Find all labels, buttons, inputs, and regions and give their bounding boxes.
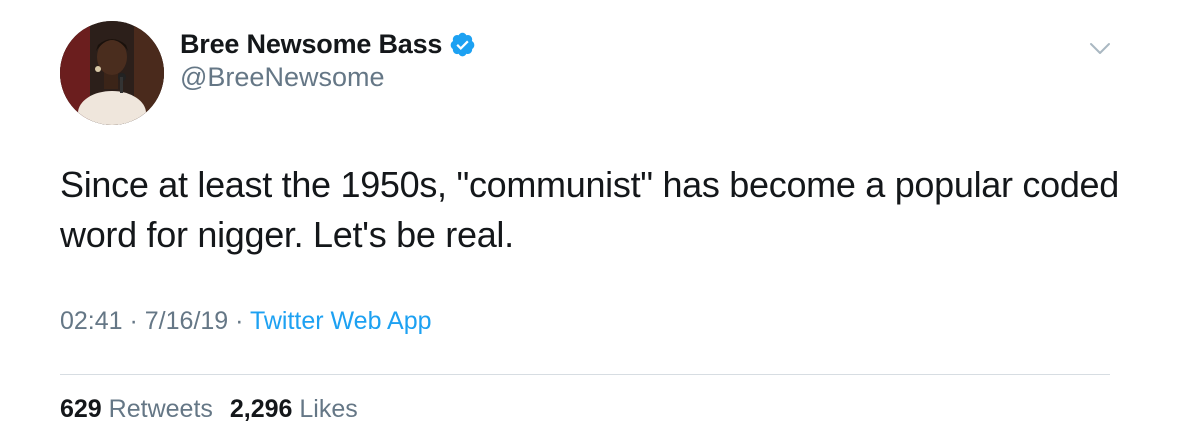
meta-separator: ·	[122, 307, 145, 335]
avatar[interactable]	[60, 21, 164, 125]
retweets-count: 629	[60, 395, 102, 423]
likes-count: 2,296	[229, 395, 293, 423]
tweet-stats: 629 Retweets 2,296 Likes	[60, 395, 368, 424]
author-name-row[interactable]: Bree Newsome Bass	[180, 26, 476, 62]
tweet-time[interactable]: 02:41	[60, 307, 123, 335]
likes-stat[interactable]: 2,296 Likes	[230, 395, 358, 423]
tweet-text: Since at least the 1950s, "communist" ha…	[60, 164, 1119, 255]
chevron-down-icon[interactable]	[1086, 34, 1114, 62]
retweets-label: Retweets	[108, 395, 213, 423]
meta-separator: ·	[228, 307, 250, 335]
tweet-card: Bree Newsome Bass @BreeNewsome Since at …	[0, 0, 1200, 431]
avatar-photo	[60, 21, 164, 125]
divider	[60, 374, 1110, 375]
tweet-source-link[interactable]: Twitter Web App	[250, 307, 432, 335]
verified-badge-icon	[449, 31, 476, 58]
retweets-stat[interactable]: 629 Retweets	[60, 395, 213, 423]
tweet-date[interactable]: 7/16/19	[145, 307, 228, 335]
likes-label: Likes	[299, 395, 358, 423]
display-name[interactable]: Bree Newsome Bass	[180, 29, 442, 60]
tweet-meta: 02:41 · 7/16/19 · Twitter Web App	[60, 307, 432, 336]
author-handle[interactable]: @BreeNewsome	[180, 62, 384, 93]
